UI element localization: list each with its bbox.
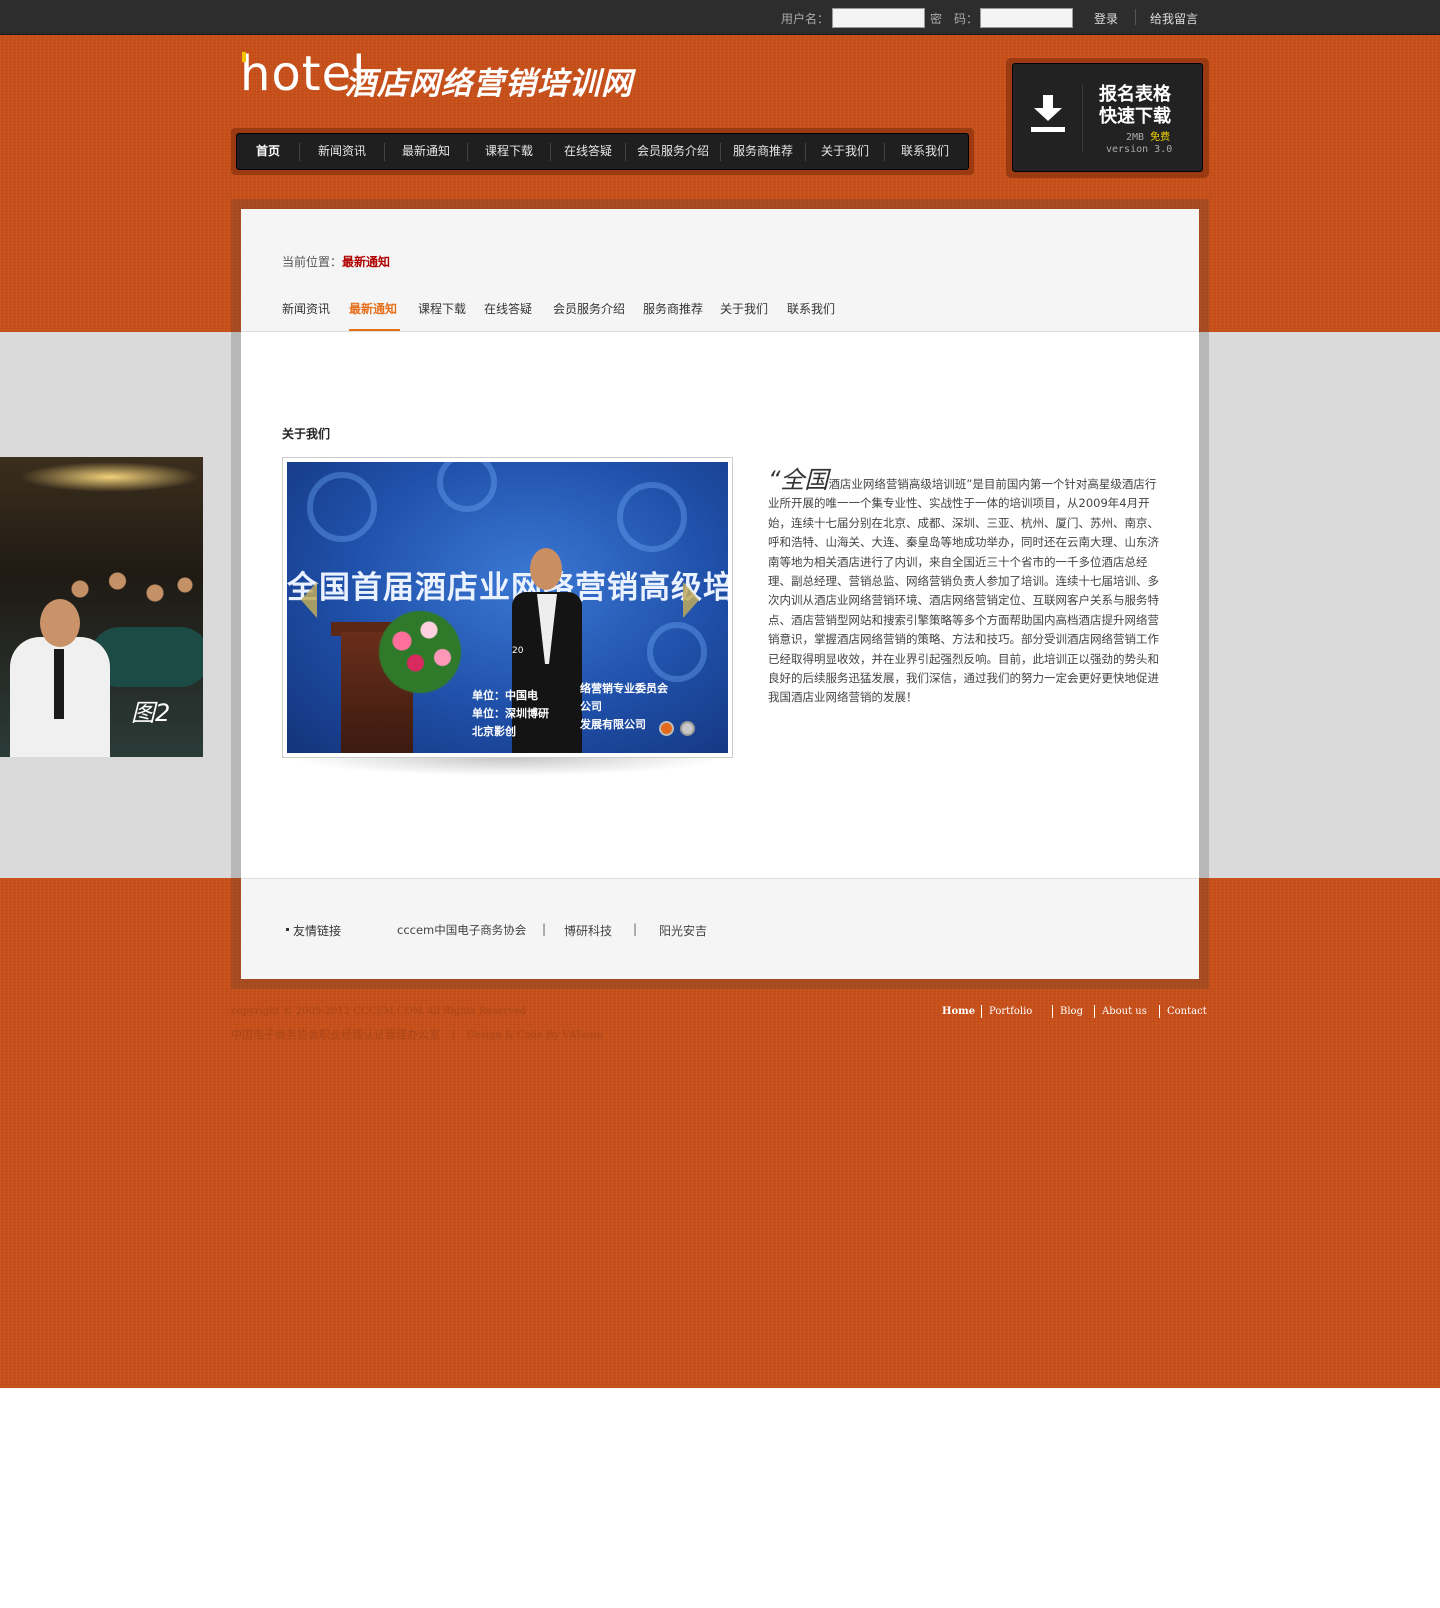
subnav-item-providers[interactable]: 服务商推荐 [643, 300, 703, 317]
footer-nav-divider [981, 1005, 982, 1018]
slider-dot-1[interactable] [659, 721, 674, 736]
slide-flowers [375, 597, 465, 707]
nav-item-membership[interactable]: 会员服务介绍 [626, 134, 720, 171]
photo-ceiling-light [20, 462, 200, 492]
slider-dot-2[interactable] [680, 721, 695, 736]
footer-nav-portfolio[interactable]: Portfolio [989, 1006, 1032, 1017]
friend-link-separator: | [633, 922, 638, 936]
download-divider [1082, 84, 1083, 152]
friend-links-label: 友情链接 [286, 922, 341, 939]
subnav-item-about[interactable]: 关于我们 [720, 300, 768, 317]
photo-person-tie [54, 649, 64, 719]
download-title-line2: 快速下载 [1099, 106, 1171, 127]
nav-item-qa[interactable]: 在线答疑 [551, 134, 625, 171]
top-bar: 用户名： 密 码： 登录 给我留言 [0, 0, 1440, 35]
download-size: 2MB 免费 [1126, 132, 1171, 143]
side-photo[interactable]: 图2 [0, 457, 203, 757]
nav-item-home[interactable]: 首页 [237, 134, 299, 171]
logo-title: 酒店网络营销培训网 [345, 66, 633, 102]
login-link[interactable]: 登录 [1094, 10, 1118, 27]
breadcrumb-label: 当前位置： [282, 255, 343, 269]
photo-caption: 图2 [131, 699, 171, 727]
slider-shadow [292, 758, 723, 776]
username-label: 用户名： [781, 12, 830, 26]
slider-next-icon[interactable] [683, 582, 699, 618]
slide-speaker-head [530, 548, 562, 590]
download-free-badge: 免费 [1150, 132, 1171, 143]
footer-office: 中国电子商务协会职业经理认证管理办公室 [231, 1028, 440, 1041]
slide-bg-ring [437, 462, 497, 512]
nav-item-news[interactable]: 新闻资讯 [300, 134, 384, 171]
message-link[interactable]: 给我留言 [1150, 10, 1198, 27]
slide-sign-right: 络营销专业委员会 公司 发展有限公司 [580, 682, 668, 731]
copyright-text: copyright © 2005-2012 CCCEM.COM All Righ… [231, 1006, 527, 1017]
download-version: version 3.0 [1106, 144, 1173, 155]
slide-banner-text: 全国首届酒店业网络营销高级培 [287, 570, 728, 606]
panel-footer [241, 878, 1199, 979]
password-label: 密 码： [930, 12, 979, 26]
footer-nav-home[interactable]: Home [942, 1006, 975, 1017]
slide-bg-ring [647, 622, 707, 682]
intro-quote-start: “全国 [768, 466, 829, 494]
breadcrumb-current[interactable]: 最新通知 [342, 255, 390, 269]
password-input[interactable] [980, 8, 1073, 28]
section-title: 关于我们 [282, 427, 331, 441]
nav-item-providers[interactable]: 服务商推荐 [721, 134, 805, 171]
footer-design: Design & Code By VATeam [466, 1030, 603, 1041]
subnav-item-news[interactable]: 新闻资讯 [282, 300, 330, 317]
photo-person-head [40, 599, 80, 647]
subnav-item-contact[interactable]: 联系我们 [787, 300, 835, 317]
main-panel: 当前位置：最新通知 新闻资讯 最新通知 课程下载 在线答疑 会员服务介绍 服务商… [241, 209, 1199, 979]
friend-link-boyan[interactable]: 博研科技 [564, 922, 612, 939]
footer-nav-blog[interactable]: Blog [1060, 1006, 1083, 1017]
footer-nav-divider [1094, 1005, 1095, 1018]
friend-links-title: 友情链接 [293, 924, 342, 938]
subnav-item-membership[interactable]: 会员服务介绍 [553, 300, 625, 317]
footer-nav-contact[interactable]: Contact [1167, 1006, 1207, 1017]
main-nav: 首页 新闻资讯 最新通知 课程下载 在线答疑 会员服务介绍 服务商推荐 关于我们… [236, 133, 969, 170]
bullet-icon [286, 928, 289, 931]
download-icon-base [1031, 127, 1065, 132]
download-icon-head [1034, 108, 1062, 121]
friend-link-yangguang[interactable]: 阳光安吉 [659, 922, 707, 939]
slide-date: 20 [512, 646, 524, 656]
nav-item-contact[interactable]: 联系我们 [885, 134, 965, 171]
subnav-active-indicator [349, 329, 400, 331]
download-button[interactable]: 报名表格 快速下载 2MB 免费 version 3.0 [1012, 63, 1203, 172]
footer-nav-divider [1052, 1005, 1053, 1018]
footer-nav-divider [1159, 1005, 1160, 1018]
subnav-item-courses[interactable]: 课程下载 [418, 300, 466, 317]
friend-link-cccem[interactable]: cccem中国电子商务协会 [397, 922, 526, 938]
download-icon [1043, 95, 1053, 109]
image-slider[interactable]: 全国首届酒店业网络营销高级培 20 单位：中国电 单位：深圳博研 北京影创 络营… [287, 462, 728, 753]
breadcrumb: 当前位置：最新通知 [282, 253, 390, 270]
topbar-divider [1135, 9, 1136, 25]
friend-link-separator: | [542, 922, 547, 936]
username-input[interactable] [832, 8, 925, 28]
subnav-item-notices[interactable]: 最新通知 [349, 300, 397, 317]
nav-item-courses[interactable]: 课程下载 [468, 134, 550, 171]
footer-nav-about[interactable]: About us [1102, 1006, 1147, 1017]
slide-bg-ring [307, 472, 377, 542]
slider-prev-icon[interactable] [301, 582, 317, 618]
slide-bg-ring [617, 482, 687, 552]
slide-sign-left: 单位：中国电 单位：深圳博研 北京影创 [472, 689, 549, 738]
nav-item-about[interactable]: 关于我们 [806, 134, 884, 171]
footer-separator: | [451, 1028, 456, 1041]
intro-text: “全国酒店业网络营销高级培训班”是目前国内第一个针对高星级酒店行业所开展的唯一一… [768, 468, 1160, 708]
footer-credits: 中国电子商务协会职业经理认证管理办公室 | Design & Code By V… [231, 1026, 603, 1042]
intro-body: 酒店业网络营销高级培训班”是目前国内第一个针对高星级酒店行业所开展的唯一一个集专… [768, 477, 1159, 705]
nav-item-notices[interactable]: 最新通知 [385, 134, 467, 171]
logo-accent [242, 52, 246, 62]
subnav-item-qa[interactable]: 在线答疑 [484, 300, 532, 317]
